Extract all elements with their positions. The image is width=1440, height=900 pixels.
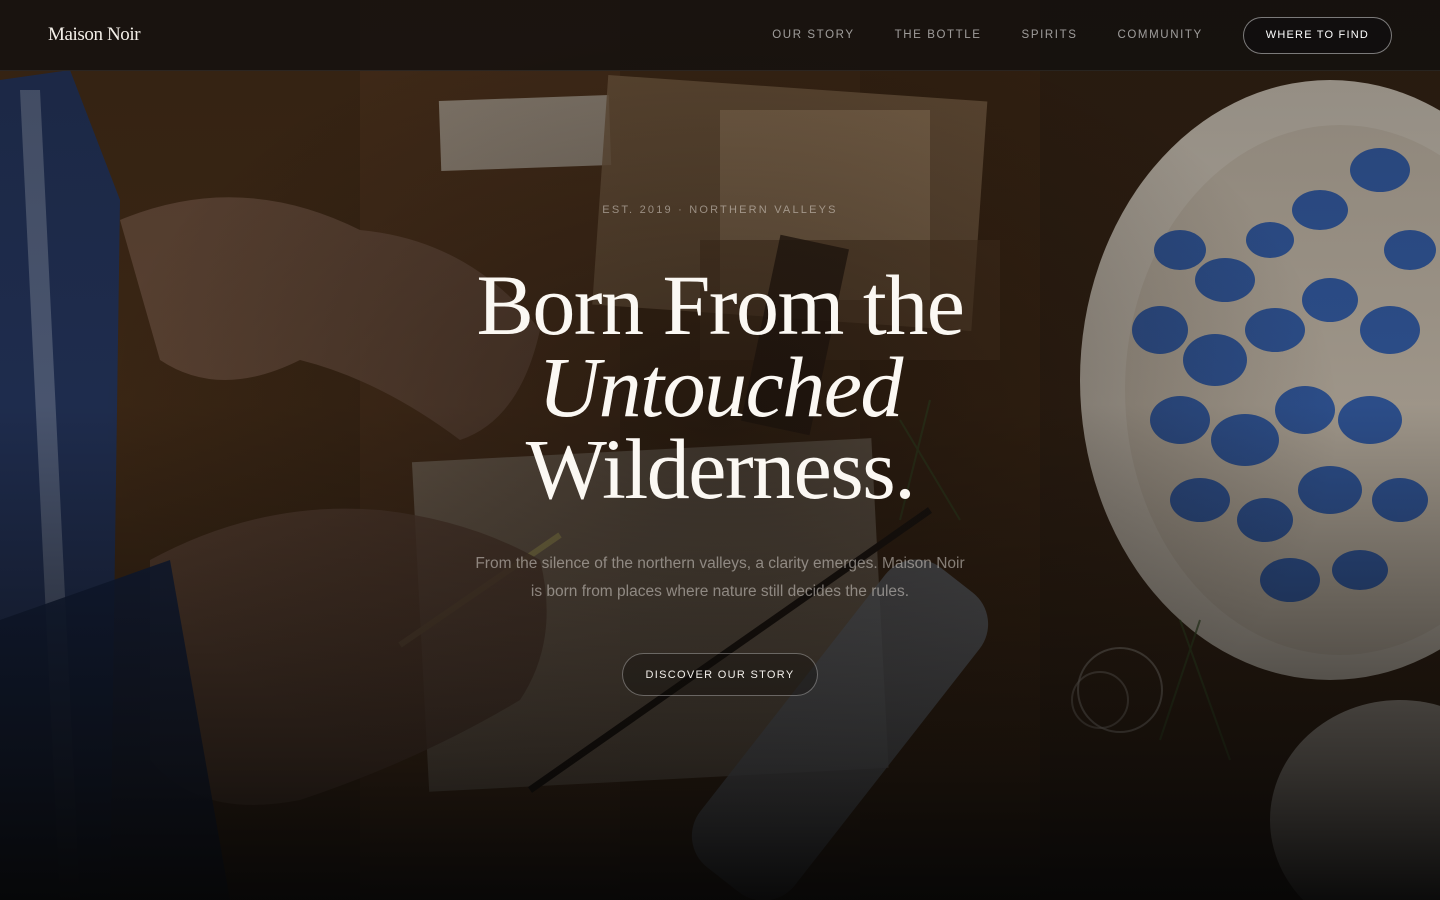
hero-headline: Born From the Untouched Wilderness. [0,257,1440,517]
headline-line-1: Born From the [476,257,965,353]
hero-subcopy: From the silence of the northern valleys… [475,555,965,600]
headline-line-3: Wilderness. [525,421,916,517]
discover-our-story-button[interactable]: DISCOVER OUR STORY [622,653,818,696]
hero-eyebrow: EST. 2019 · NORTHERN VALLEYS [602,204,838,216]
hero-section: EST. 2019 · NORTHERN VALLEYS Born From t… [0,0,1440,900]
headline-line-2: Untouched [538,339,903,435]
